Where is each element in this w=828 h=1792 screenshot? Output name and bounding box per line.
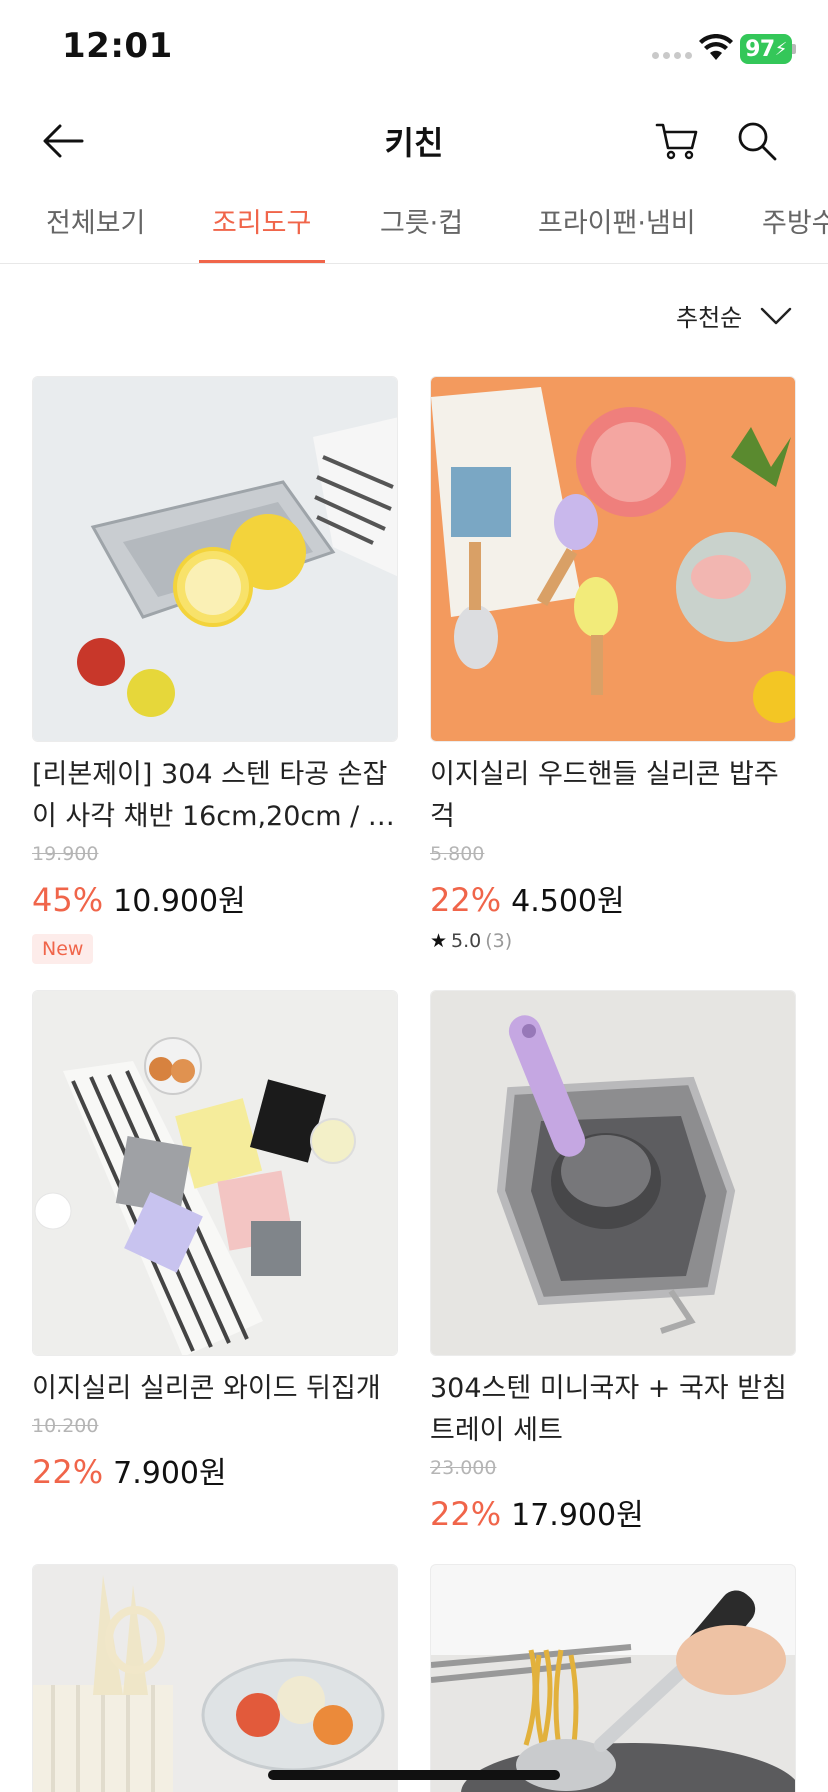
discount-rate: 22% [430,881,502,919]
cart-button[interactable] [650,114,704,168]
active-tab-indicator [199,260,325,263]
review-count: (3) [485,930,513,952]
discount-rate: 45% [32,881,104,919]
product-title[interactable]: [리본제이] 304 스텐 타공 손잡이 사각 채반 16cm,20cm / 다… [32,754,398,838]
sale-price: 7.900원 [113,1456,227,1491]
cellular-signal-icon [652,52,692,59]
discount-rate: 22% [32,1453,104,1491]
product-card[interactable]: 이지실리 우드핸들 실리콘 밥주걱 5.800 22% 4.500원 ★ 5.0… [430,376,796,952]
wifi-icon [699,34,733,60]
product-image[interactable] [430,376,796,742]
header: 키친 [0,100,828,182]
battery-icon: 97 ⚡ [740,34,792,64]
new-badge: New [32,934,94,964]
search-icon [738,122,777,161]
sale-price: 10.900원 [113,884,246,919]
search-button[interactable] [730,114,784,168]
original-price: 5.800 [430,843,485,865]
sale-price: 4.500원 [511,884,625,919]
product-image[interactable] [32,1564,398,1792]
tab-bowls-cups[interactable]: 그릇·컵 [368,204,475,263]
product-title[interactable]: 이지실리 우드핸들 실리콘 밥주걱 [430,754,796,838]
battery-cap [792,44,796,54]
tab-cooking-tools[interactable]: 조리도구 [200,204,323,263]
discount-rate: 22% [430,1495,502,1533]
product-image[interactable] [32,990,398,1356]
tab-kitchen-more[interactable]: 주방수 [750,204,828,263]
original-price: 23.000 [430,1457,497,1479]
price-row: 22% 7.900원 [32,1448,398,1492]
cart-icon [655,123,698,160]
rating-score: 5.0 [451,930,482,952]
status-time: 12:01 [62,26,173,66]
product-card[interactable] [430,1564,796,1792]
product-card[interactable] [32,1564,398,1792]
sort-dropdown[interactable]: 추천순 [676,298,792,333]
rating: ★ 5.0 (3) [430,930,796,952]
sale-price: 17.900원 [511,1498,644,1533]
product-card[interactable]: [리본제이] 304 스텐 타공 손잡이 사각 채반 16cm,20cm / 다… [32,376,398,964]
price-row: 45% 10.900원 [32,876,398,920]
sort-label: 추천순 [676,304,743,332]
product-card[interactable]: 304스텐 미니국자 + 국자 받침 트레이 세트 23.000 22% 17.… [430,990,796,1534]
battery-level: 97 [745,36,775,62]
status-bar: 12:01 97 ⚡ [0,0,828,100]
product-image[interactable] [32,376,398,742]
product-title[interactable]: 이지실리 실리콘 와이드 뒤집개 [32,1368,398,1410]
product-image[interactable] [430,1564,796,1792]
home-indicator[interactable] [268,1770,560,1780]
original-price: 19.900 [32,843,99,865]
product-title[interactable]: 304스텐 미니국자 + 국자 받침 트레이 세트 [430,1368,796,1452]
original-price: 10.200 [32,1415,99,1437]
price-row: 22% 4.500원 [430,876,796,920]
chevron-down-icon [761,307,792,324]
tab-all[interactable]: 전체보기 [34,204,157,263]
product-image[interactable] [430,990,796,1356]
star-icon: ★ [430,930,448,952]
category-tabs: 전체보기 조리도구 그릇·컵 프라이팬·냄비 주방수 [0,190,828,264]
product-card[interactable]: 이지실리 실리콘 와이드 뒤집개 10.200 22% 7.900원 [32,990,398,1492]
tab-pans-pots[interactable]: 프라이팬·냄비 [526,204,708,263]
price-row: 22% 17.900원 [430,1490,796,1534]
